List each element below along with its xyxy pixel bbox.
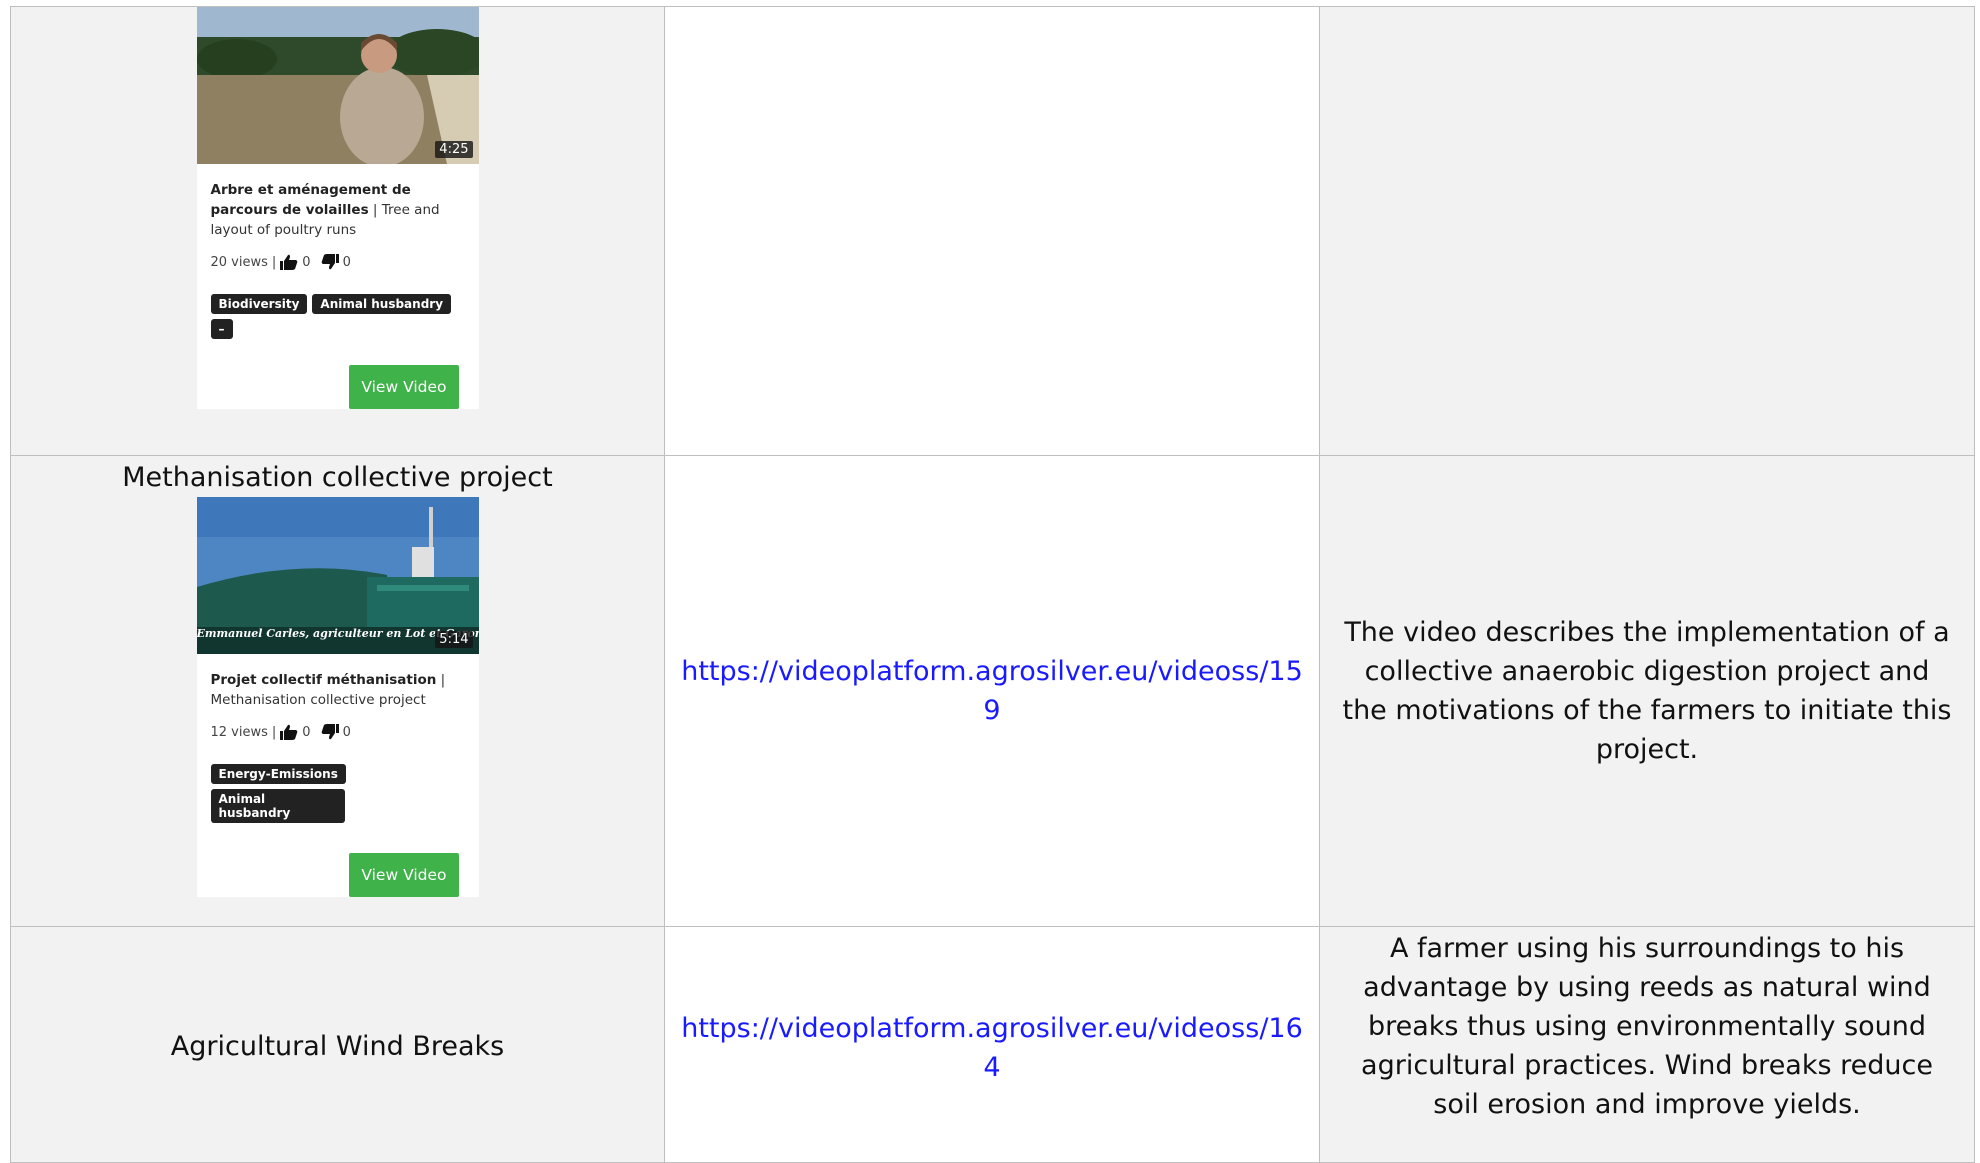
- video-stats: 12 views | 0 0: [211, 724, 465, 740]
- title-cell: Agricultural Wind Breaks: [10, 926, 665, 1163]
- video-name: Methanisation collective project: [122, 462, 553, 493]
- views-count: 12 views: [210, 724, 268, 740]
- video-thumbnail[interactable]: Emmanuel Carles, agriculteur en Lot et G…: [196, 497, 479, 654]
- video-description: A farmer using his surroundings to his a…: [1361, 933, 1933, 1120]
- tag-list: Biodiversity Animal husbandry –: [210, 294, 465, 339]
- table-row: Agricultural Wind Breaks https://videopl…: [10, 926, 1975, 1163]
- video-name: Agricultural Wind Breaks: [170, 1031, 505, 1062]
- duration-badge: 5:14: [435, 631, 473, 648]
- thumbs-up-icon[interactable]: [280, 254, 298, 270]
- link-cell: https://videoplatform.agrosilver.eu/vide…: [664, 926, 1320, 1163]
- link-cell: [664, 6, 1320, 456]
- tag[interactable]: Animal husbandry: [210, 789, 345, 823]
- stats-separator: |: [271, 254, 277, 270]
- dislikes-count: 0: [342, 724, 351, 740]
- view-video-button[interactable]: View Video: [349, 365, 459, 409]
- video-link[interactable]: https://videoplatform.agrosilver.eu/vide…: [666, 652, 1319, 730]
- dislikes-count: 0: [342, 254, 351, 270]
- video-title[interactable]: Projet collectif méthanisation | Methani…: [211, 670, 465, 710]
- tag[interactable]: –: [210, 319, 233, 339]
- video-description: The video describes the implementation o…: [1342, 617, 1952, 765]
- tag[interactable]: Energy-Emissions: [210, 764, 346, 784]
- description-cell: The video describes the implementation o…: [1319, 455, 1975, 927]
- video-stats: 20 views | 0 0: [211, 254, 465, 270]
- thumbs-down-icon[interactable]: [321, 254, 339, 270]
- table-row: 4:25 Arbre et aménagement de parcours de…: [10, 6, 1975, 456]
- description-cell: A farmer using his surroundings to his a…: [1319, 926, 1975, 1163]
- video-title[interactable]: Arbre et aménagement de parcours de vola…: [211, 180, 465, 240]
- table-row: Methanisation collective project Emmanue…: [10, 455, 1975, 927]
- duration-badge: 4:25: [435, 141, 473, 158]
- tag[interactable]: Biodiversity: [210, 294, 308, 314]
- video-thumbnail[interactable]: 4:25: [196, 7, 479, 164]
- title-cell: 4:25 Arbre et aménagement de parcours de…: [10, 6, 665, 456]
- video-card: 4:25 Arbre et aménagement de parcours de…: [196, 7, 479, 409]
- thumbs-up-icon[interactable]: [280, 724, 298, 740]
- thumbs-down-icon[interactable]: [321, 724, 339, 740]
- description-cell: [1319, 6, 1975, 456]
- video-link[interactable]: https://videoplatform.agrosilver.eu/vide…: [666, 1009, 1319, 1087]
- stats-separator: |: [271, 724, 277, 740]
- video-card: Emmanuel Carles, agriculteur en Lot et G…: [196, 497, 479, 897]
- likes-count: 0: [302, 254, 311, 270]
- title-cell: Methanisation collective project Emmanue…: [10, 455, 665, 927]
- views-count: 20 views: [210, 254, 268, 270]
- link-cell: https://videoplatform.agrosilver.eu/vide…: [664, 455, 1320, 927]
- video-table: 4:25 Arbre et aménagement de parcours de…: [10, 6, 1975, 1163]
- tag[interactable]: Animal husbandry: [312, 294, 452, 314]
- likes-count: 0: [302, 724, 311, 740]
- view-video-button[interactable]: View Video: [349, 853, 459, 897]
- tag-list: Energy-Emissions Animal husbandry: [210, 764, 465, 823]
